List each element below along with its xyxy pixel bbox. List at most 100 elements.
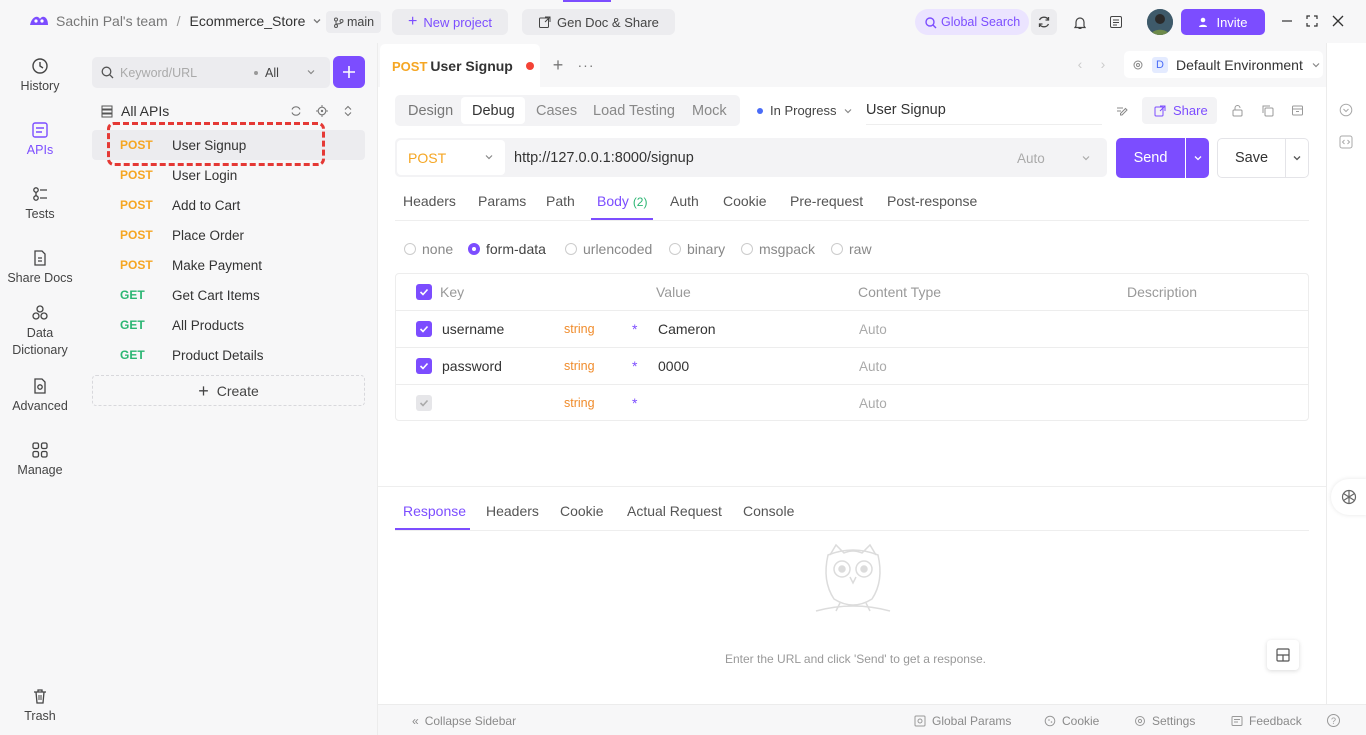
param-value[interactable]: Cameron — [658, 321, 716, 337]
branch-selector[interactable]: main — [326, 11, 382, 33]
scroll-left-icon[interactable]: ‹ — [1073, 56, 1087, 72]
minimize-icon[interactable] — [1279, 13, 1295, 29]
locate-icon[interactable] — [315, 104, 329, 118]
send-button[interactable]: Send — [1116, 138, 1185, 178]
param-content-type[interactable]: Auto — [859, 322, 887, 337]
required-asterisk[interactable]: * — [632, 395, 637, 411]
api-item-make-payment[interactable]: POST Make Payment — [92, 250, 365, 280]
required-asterisk[interactable]: * — [632, 321, 637, 337]
nav-item-trash[interactable]: Trash — [0, 687, 80, 725]
tab-cookie[interactable]: Cookie — [723, 193, 767, 209]
param-value[interactable]: 0000 — [658, 358, 689, 374]
cookie-button[interactable]: Cookie — [1044, 714, 1099, 728]
expand-collapse-icon[interactable] — [341, 104, 355, 118]
ai-assistant-icon[interactable] — [1331, 479, 1366, 515]
team-switcher[interactable]: Sachin Pal's team / Ecommerce_Store — [28, 13, 323, 29]
nav-item-tests[interactable]: Tests — [0, 185, 80, 223]
global-search-button[interactable]: Global Search — [915, 9, 1030, 35]
scroll-right-icon[interactable]: › — [1096, 56, 1110, 72]
tab-load-testing[interactable]: Load Testing — [593, 103, 675, 119]
tab-response-headers[interactable]: Headers — [486, 503, 539, 519]
edit-icon[interactable] — [1113, 102, 1129, 118]
row-checkbox[interactable] — [416, 395, 432, 411]
lock-icon[interactable] — [1229, 102, 1245, 118]
api-name-field[interactable]: User Signup — [866, 102, 946, 118]
invite-button[interactable]: Invite — [1181, 9, 1265, 35]
radio-raw[interactable]: raw — [831, 241, 872, 257]
method-select[interactable]: POST — [397, 140, 505, 175]
create-api-button[interactable]: + Create — [92, 375, 365, 406]
content-type-auto[interactable]: Auto — [1017, 151, 1045, 166]
param-type[interactable]: string — [564, 396, 595, 410]
tab-path[interactable]: Path — [546, 193, 575, 209]
tab-console[interactable]: Console — [743, 503, 794, 519]
add-tab-icon[interactable]: + — [550, 55, 566, 75]
tab-actual-request[interactable]: Actual Request — [627, 503, 722, 519]
project-name[interactable]: Ecommerce_Store — [190, 13, 306, 29]
chevron-circle-icon[interactable] — [1338, 102, 1354, 118]
copy-icon[interactable] — [1259, 102, 1275, 118]
help-icon[interactable]: ? — [1327, 714, 1340, 727]
environment-selector[interactable]: D Default Environment — [1124, 51, 1323, 78]
nav-item-manage[interactable]: Manage — [0, 441, 80, 479]
sync-icon[interactable] — [1031, 9, 1057, 35]
nav-item-advanced[interactable]: Advanced — [0, 377, 80, 415]
tab-mock[interactable]: Mock — [692, 103, 727, 119]
bell-icon[interactable] — [1071, 13, 1089, 31]
code-icon[interactable] — [1338, 134, 1354, 150]
row-checkbox[interactable] — [416, 321, 432, 337]
tab-headers[interactable]: Headers — [403, 193, 456, 209]
api-item-get-cart-items[interactable]: GET Get Cart Items — [92, 280, 365, 310]
save-button[interactable]: Save — [1217, 138, 1286, 178]
tab-params[interactable]: Params — [478, 193, 526, 209]
filter-select[interactable]: All — [265, 66, 279, 80]
nav-item-apis[interactable]: APIs — [0, 121, 80, 159]
nav-item-history[interactable]: History — [0, 57, 80, 95]
status-selector[interactable]: In Progress — [757, 103, 853, 118]
layout-toggle-icon[interactable] — [1267, 640, 1299, 670]
add-api-button[interactable] — [333, 56, 365, 88]
api-item-all-products[interactable]: GET All Products — [92, 310, 365, 340]
param-type[interactable]: string — [564, 322, 595, 336]
settings-button[interactable]: Settings — [1134, 714, 1195, 728]
url-input[interactable]: http://127.0.0.1:8000/signup — [514, 150, 694, 166]
tab-response-cookie[interactable]: Cookie — [560, 503, 604, 519]
param-type[interactable]: string — [564, 359, 595, 373]
notes-icon[interactable] — [1107, 13, 1125, 31]
required-asterisk[interactable]: * — [632, 358, 637, 374]
tab-design[interactable]: Design — [408, 103, 453, 119]
param-content-type[interactable]: Auto — [859, 396, 887, 411]
more-tabs-icon[interactable]: ··· — [578, 57, 594, 73]
radio-form-data[interactable]: form-data — [468, 241, 546, 257]
nav-item-share-docs[interactable]: Share Docs — [0, 249, 80, 287]
close-icon[interactable] — [1330, 13, 1346, 29]
nav-item-data-dictionary[interactable]: Data Dictionary — [0, 304, 80, 359]
tab-pre-request[interactable]: Pre-request — [790, 193, 863, 209]
avatar[interactable] — [1147, 9, 1173, 35]
select-all-checkbox[interactable] — [416, 283, 432, 300]
collapse-sidebar-button[interactable]: « Collapse Sidebar — [412, 714, 516, 728]
radio-msgpack[interactable]: msgpack — [741, 241, 815, 257]
param-key[interactable]: password — [442, 358, 502, 374]
radio-urlencoded[interactable]: urlencoded — [565, 241, 652, 257]
all-apis-tree-root[interactable]: All APIs — [101, 103, 169, 119]
save-options-button[interactable] — [1286, 138, 1309, 178]
api-item-place-order[interactable]: POST Place Order — [92, 220, 365, 250]
tab-response[interactable]: Response — [403, 503, 466, 519]
param-content-type[interactable]: Auto — [859, 359, 887, 374]
tab-user-signup[interactable]: POST User Signup — [380, 44, 540, 88]
radio-binary[interactable]: binary — [669, 241, 725, 257]
send-options-button[interactable] — [1186, 138, 1209, 178]
feedback-button[interactable]: Feedback — [1231, 714, 1302, 728]
archive-icon[interactable] — [1289, 102, 1305, 118]
new-project-button[interactable]: + New project — [392, 9, 508, 35]
api-item-product-details[interactable]: GET Product Details — [92, 340, 365, 370]
tab-auth[interactable]: Auth — [670, 193, 699, 209]
api-search-input[interactable]: Keyword/URL All — [92, 57, 330, 88]
global-params-button[interactable]: Global Params — [914, 714, 1011, 728]
tab-debug[interactable]: Debug — [472, 103, 515, 119]
maximize-icon[interactable] — [1304, 13, 1320, 29]
share-button[interactable]: Share — [1142, 97, 1217, 124]
refresh-icon[interactable] — [289, 104, 303, 118]
tab-body[interactable]: Body (2) — [597, 193, 647, 209]
